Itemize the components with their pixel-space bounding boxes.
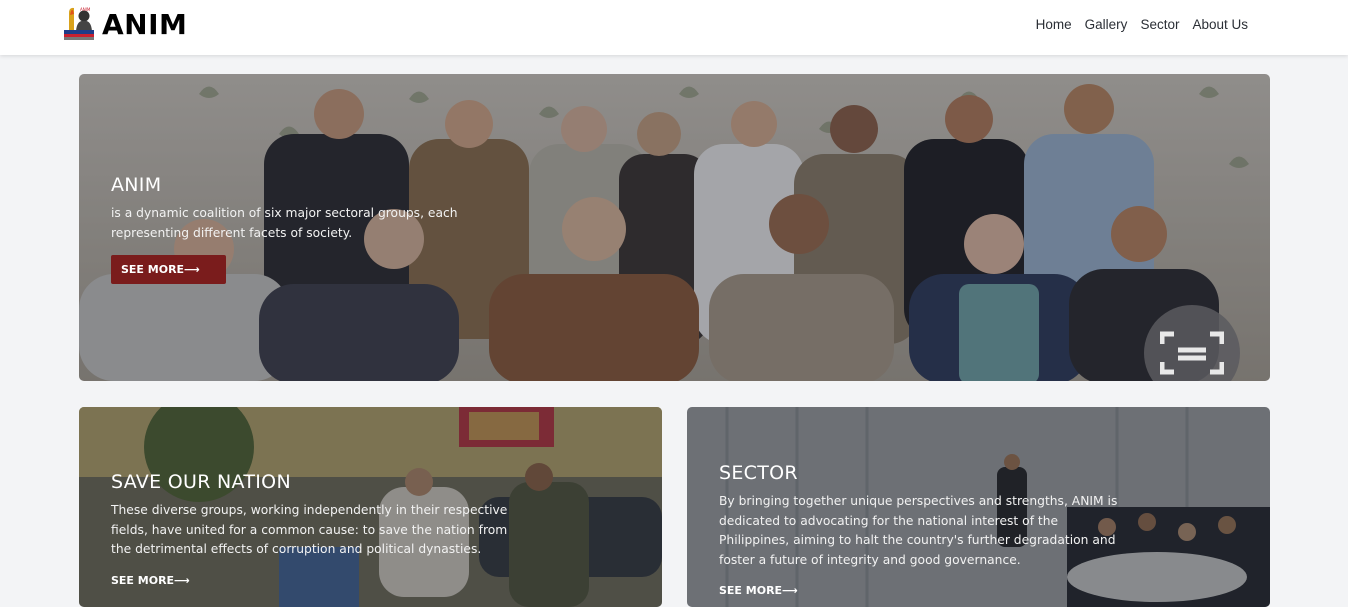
hero-title: ANIM — [111, 174, 162, 196]
save-our-nation-description: These diverse groups, working independen… — [111, 503, 508, 556]
logo-text: ANIM — [80, 7, 91, 12]
sector-card: SECTOR By bringing together unique persp… — [687, 407, 1270, 607]
save-our-nation-card: SAVE OUR NATION These diverse groups, wo… — [79, 407, 662, 607]
nav-gallery[interactable]: Gallery — [1085, 17, 1128, 32]
save-our-nation-title: SAVE OUR NATION — [111, 471, 291, 493]
sector-content: SECTOR By bringing together unique persp… — [719, 462, 1124, 599]
hero-card: ANIM is a dynamic coalition of six major… — [79, 74, 1270, 381]
sector-title: SECTOR — [719, 462, 798, 484]
nav-about-us[interactable]: About Us — [1192, 17, 1248, 32]
brand[interactable]: ANIM ANIM — [60, 5, 187, 43]
hero-content: ANIM is a dynamic coalition of six major… — [111, 174, 531, 284]
top-navbar: ANIM ANIM Home Gallery Sector About Us — [0, 0, 1348, 55]
sector-description: By bringing together unique perspectives… — [719, 494, 1118, 567]
main-nav: Home Gallery Sector About Us — [1036, 17, 1248, 32]
scan-icon — [1160, 331, 1224, 375]
hero-description: is a dynamic coalition of six major sect… — [111, 206, 458, 240]
anim-logo-icon: ANIM — [60, 5, 98, 43]
save-our-nation-see-more-link[interactable]: SEE MORE⟶ — [111, 574, 190, 587]
brand-name: ANIM — [102, 7, 188, 41]
hero-see-more-button[interactable]: SEE MORE⟶ — [111, 255, 226, 284]
nav-sector[interactable]: Sector — [1140, 17, 1179, 32]
nav-home[interactable]: Home — [1036, 17, 1072, 32]
sector-see-more-link[interactable]: SEE MORE⟶ — [719, 584, 798, 597]
save-our-nation-content: SAVE OUR NATION These diverse groups, wo… — [111, 471, 521, 589]
